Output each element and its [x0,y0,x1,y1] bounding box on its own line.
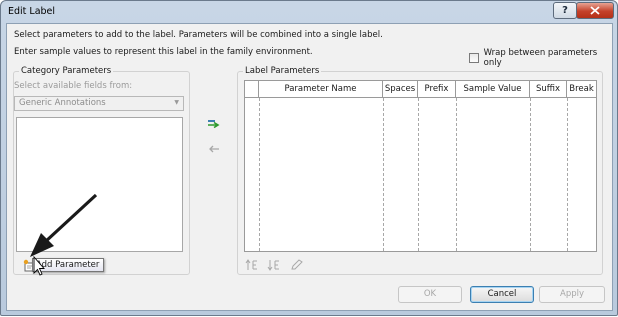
wrap-checkbox[interactable] [469,53,479,63]
intro-line-1: Select parameters to add to the label. P… [14,30,383,40]
column-divider [259,98,260,251]
column-header-sample-value[interactable]: Sample Value [456,81,530,97]
table-header: Parameter Name Spaces Prefix Sample Valu… [245,81,596,98]
window-title: Edit Label [8,6,56,17]
move-up-icon [245,259,257,270]
cancel-button[interactable]: Cancel [470,286,534,303]
add-parameter-tooltip: Add Parameter [32,258,104,272]
column-header-prefix[interactable]: Prefix [418,81,456,97]
label-parameters-label: Label Parameters [243,66,322,76]
move-down-icon [267,260,279,271]
help-button[interactable]: ? [553,2,577,19]
column-header-break[interactable]: Break [567,81,596,97]
close-button[interactable] [576,2,614,19]
apply-button[interactable]: Apply [539,286,605,303]
row-selector-header [245,81,259,97]
column-divider [530,98,531,251]
intro-line-2: Enter sample values to represent this la… [14,47,313,57]
edit-sample-button[interactable] [290,258,304,272]
column-header-spaces[interactable]: Spaces [383,81,418,97]
column-divider [567,98,568,251]
remove-from-label-button[interactable] [207,144,221,154]
chevron-down-icon: ▼ [174,99,179,106]
column-header-parameter-name[interactable]: Parameter Name [259,81,383,97]
edit-label-dialog: Edit Label ? Select parameters to add to… [0,0,618,316]
move-down-button[interactable] [267,258,281,272]
help-icon: ? [562,5,568,16]
add-to-label-button[interactable] [207,119,221,129]
ok-button[interactable]: OK [398,286,462,303]
add-to-label-icon [208,120,220,129]
wrap-option[interactable]: Wrap between parameters only [469,48,612,68]
available-fields-list[interactable] [16,117,183,252]
remove-from-label-icon [209,145,219,153]
move-up-button[interactable] [245,258,259,272]
category-parameters-label: Category Parameters [19,66,114,76]
close-icon [590,6,600,15]
column-divider [456,98,457,251]
column-header-suffix[interactable]: Suffix [530,81,567,97]
wrap-checkbox-label: Wrap between parameters only [483,48,598,68]
column-divider [418,98,419,251]
edit-sample-icon [290,259,303,270]
column-divider [383,98,384,251]
category-dropdown[interactable]: Generic Annotations ▼ [14,96,184,111]
title-bar: Edit Label ? [1,1,617,23]
category-dropdown-value: Generic Annotations [19,98,106,108]
select-fields-label: Select available fields from: [14,81,133,91]
label-parameters-table[interactable]: Parameter Name Spaces Prefix Sample Valu… [244,80,597,252]
